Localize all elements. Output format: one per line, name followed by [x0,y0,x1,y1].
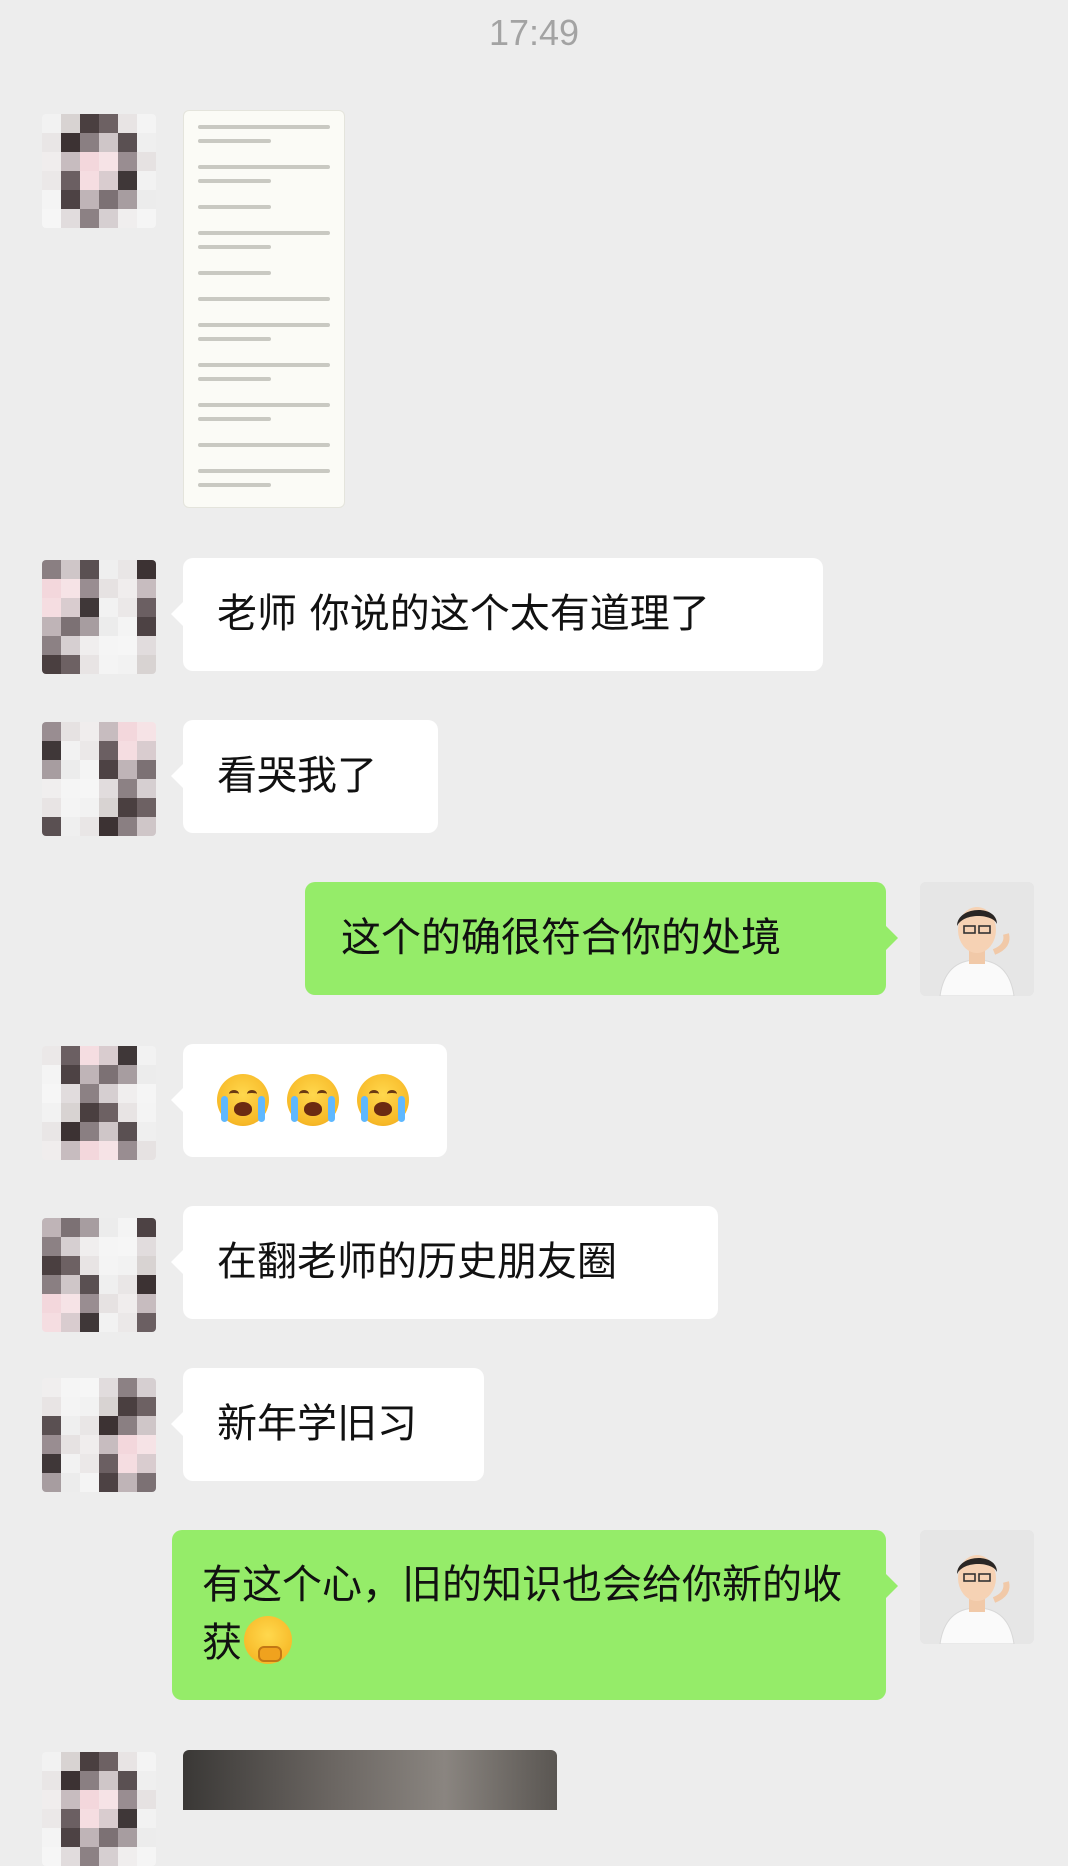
teacher-portrait-icon [920,1530,1034,1644]
incoming-message-bubble[interactable]: 老师 你说的这个太有道理了 [171,558,823,671]
teacher-portrait-icon [920,882,1034,996]
incoming-message-bubble[interactable]: 新年学旧习 [171,1368,484,1481]
incoming-message-bubble[interactable]: 在翻老师的历史朋友圈 [171,1206,718,1319]
contact-avatar[interactable] [42,1378,156,1492]
outgoing-message-bubble[interactable]: 有这个心，旧的知识也会给你新的收获 [172,1530,898,1700]
message-text: 有这个心，旧的知识也会给你新的收获 [202,1562,842,1666]
document-image-thumbnail[interactable] [183,110,345,508]
message-text: 在翻老师的历史朋友圈 [217,1239,617,1285]
incoming-message-bubble[interactable] [171,1044,447,1157]
loudly-crying-face-emoji [357,1074,409,1126]
contact-avatar[interactable] [42,560,156,674]
outgoing-message-bubble[interactable]: 这个的确很符合你的处境 [305,882,898,995]
message-text: 新年学旧习 [217,1401,417,1447]
image-message-thumbnail[interactable] [183,1750,557,1810]
message-text: 老师 你说的这个太有道理了 [217,591,710,637]
my-avatar[interactable] [920,1530,1034,1644]
timestamp: 17:49 [488,12,580,53]
thinking-face-emoji [244,1616,292,1664]
loudly-crying-face-emoji [217,1074,269,1126]
loudly-crying-face-emoji [287,1074,339,1126]
contact-avatar[interactable] [42,1218,156,1332]
my-avatar[interactable] [920,882,1034,996]
message-text: 这个的确很符合你的处境 [341,915,781,961]
incoming-message-bubble[interactable]: 看哭我了 [171,720,438,833]
contact-avatar[interactable] [42,114,156,228]
message-text: 看哭我了 [217,753,377,799]
contact-avatar[interactable] [42,722,156,836]
contact-avatar[interactable] [42,1752,156,1866]
contact-avatar[interactable] [42,1046,156,1160]
